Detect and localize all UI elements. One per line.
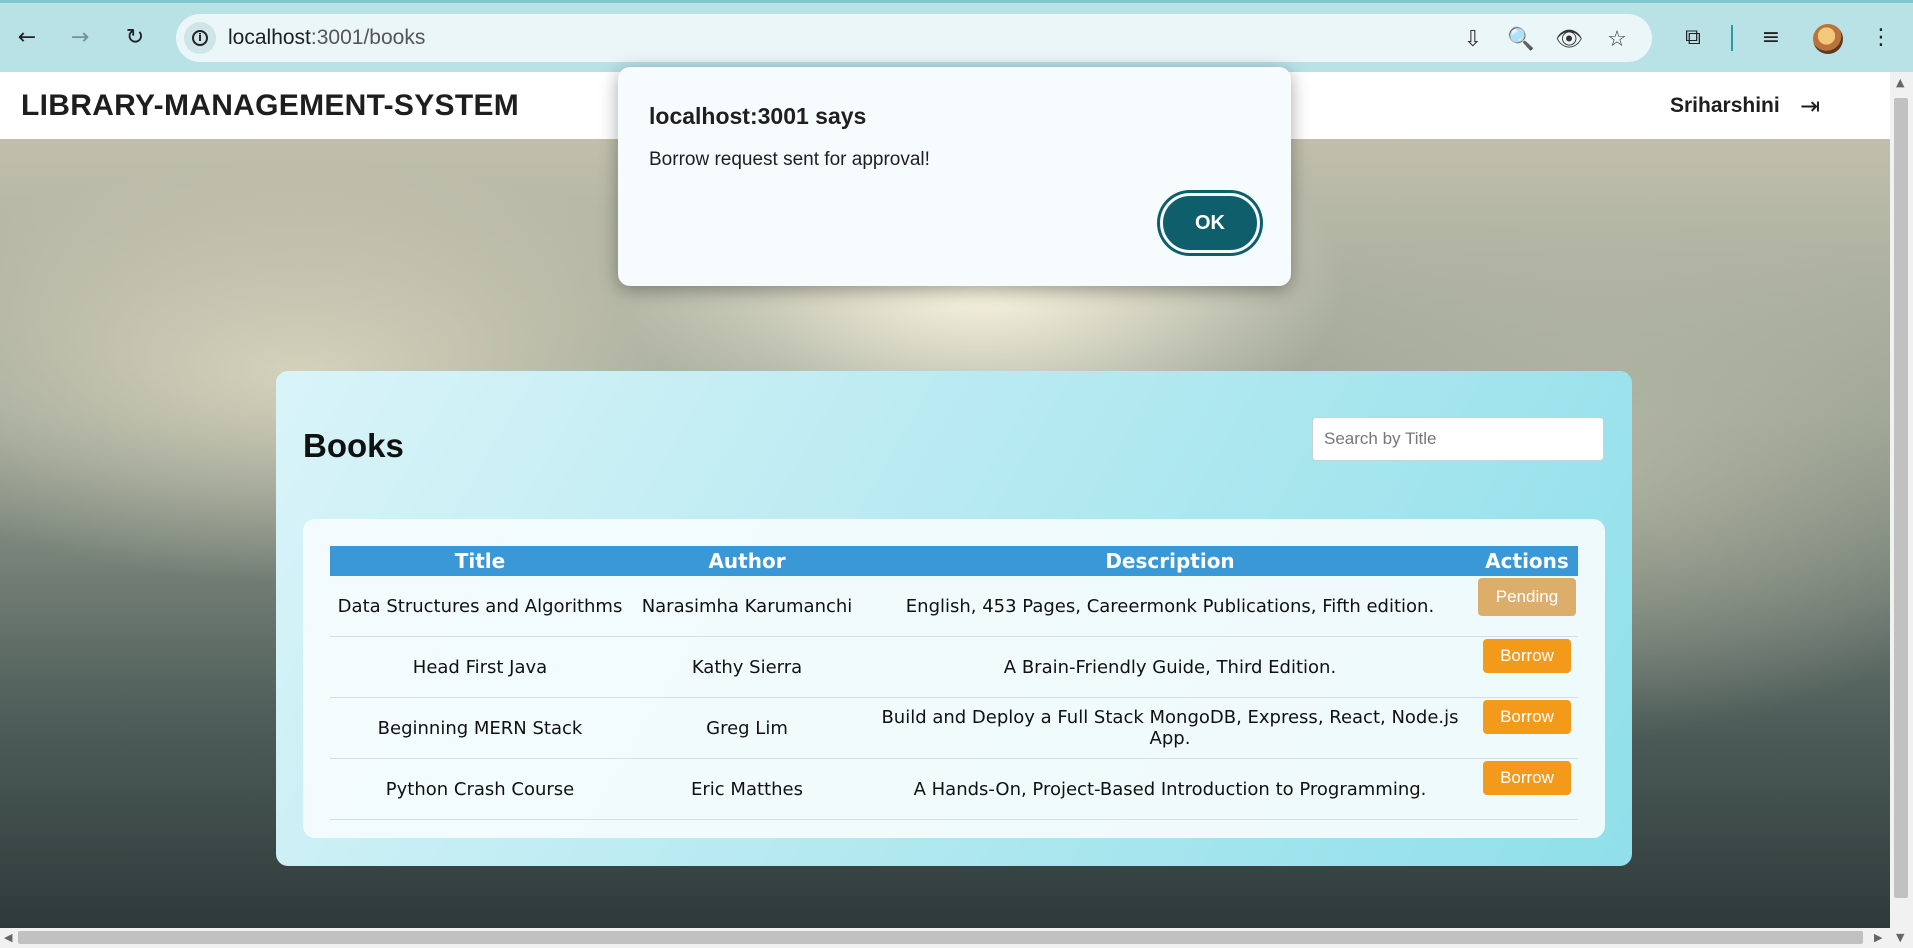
username-label: Sriharshini xyxy=(1670,94,1780,117)
borrow-button[interactable]: Borrow xyxy=(1483,700,1571,734)
book-author-cell: Narasimha Karumanchi xyxy=(630,576,864,637)
book-action-cell: Borrow xyxy=(1476,758,1578,820)
table-row: Beginning MERN Stack Greg Lim Build and … xyxy=(330,697,1578,759)
bookmark-star-icon[interactable]: ☆ xyxy=(1604,26,1630,52)
table-row: Python Crash Course Eric Matthes A Hands… xyxy=(330,758,1578,820)
pending-button[interactable]: Pending xyxy=(1478,578,1576,616)
logout-icon[interactable]: ⇥ xyxy=(1800,92,1820,120)
book-author-cell: Eric Matthes xyxy=(630,758,864,820)
url-path: :3001/books xyxy=(310,26,426,49)
install-app-icon[interactable]: ⇩ xyxy=(1460,26,1486,52)
column-header-description[interactable]: Description xyxy=(864,546,1476,576)
url-host: localhost xyxy=(228,26,311,49)
table-row: Head First Java Kathy Sierra A Brain-Fri… xyxy=(330,636,1578,698)
horizontal-scroll-thumb[interactable] xyxy=(18,931,1863,944)
column-header-author[interactable]: Author xyxy=(630,546,864,576)
book-title-cell: Beginning MERN Stack xyxy=(330,697,630,759)
borrow-button[interactable]: Borrow xyxy=(1483,639,1571,673)
forward-button[interactable]: → xyxy=(62,19,98,55)
forward-arrow-icon: → xyxy=(70,24,90,50)
vertical-scrollbar[interactable]: ▲ xyxy=(1890,72,1913,928)
search-input[interactable] xyxy=(1312,417,1604,461)
ok-button[interactable]: OK xyxy=(1160,193,1260,253)
url-text[interactable]: localhost:3001/books xyxy=(228,26,425,50)
book-title-cell: Python Crash Course xyxy=(330,758,630,820)
table-header-row: Title Author Description Actions xyxy=(330,546,1578,576)
scroll-left-arrow-icon[interactable]: ◀ xyxy=(4,931,12,944)
books-panel: Books Title Author Description Actions xyxy=(276,371,1632,866)
books-table-card: Title Author Description Actions Data St… xyxy=(303,519,1605,838)
book-action-cell: Borrow xyxy=(1476,697,1578,759)
book-author-cell: Greg Lim xyxy=(630,697,864,759)
media-control-icon[interactable]: ≡ xyxy=(1755,21,1787,53)
scroll-up-arrow-icon[interactable]: ▲ xyxy=(1896,76,1904,89)
book-description-cell: A Brain-Friendly Guide, Third Edition. xyxy=(864,636,1476,698)
borrow-button[interactable]: Borrow xyxy=(1483,761,1571,795)
book-description-cell: English, 453 Pages, Careermonk Publicati… xyxy=(864,576,1476,637)
book-title-cell: Head First Java xyxy=(330,636,630,698)
address-bar[interactable]: i localhost:3001/books ⇩ 🔍 👁 ☆ xyxy=(176,14,1652,62)
column-header-actions[interactable]: Actions xyxy=(1476,546,1578,576)
book-description-cell: A Hands-On, Project-Based Introduction t… xyxy=(864,758,1476,820)
site-info-icon[interactable]: i xyxy=(184,22,216,54)
extensions-icon[interactable]: ⧉ xyxy=(1677,21,1709,53)
back-arrow-icon: ← xyxy=(17,24,37,50)
reload-button[interactable]: ↻ xyxy=(117,19,153,55)
app-brand: LIBRARY-MANAGEMENT-SYSTEM xyxy=(21,89,520,122)
back-button[interactable]: ← xyxy=(9,19,45,55)
book-action-cell: Pending xyxy=(1476,576,1578,637)
table-row: Data Structures and Algorithms Narasimha… xyxy=(330,576,1578,637)
profile-avatar[interactable] xyxy=(1813,24,1843,54)
books-table: Title Author Description Actions Data St… xyxy=(330,546,1578,820)
browser-menu-icon[interactable]: ⋮ xyxy=(1865,21,1897,53)
dialog-message: Borrow request sent for approval! xyxy=(649,149,930,170)
eye-icon[interactable]: 👁 xyxy=(1555,26,1583,52)
toolbar-divider xyxy=(1731,25,1733,51)
dialog-title: localhost:3001 says xyxy=(649,103,867,129)
book-author-cell: Kathy Sierra xyxy=(630,636,864,698)
zoom-icon[interactable]: 🔍 xyxy=(1507,26,1534,52)
page-title: Books xyxy=(303,427,404,464)
scroll-down-arrow-icon[interactable]: ▼ xyxy=(1896,931,1904,944)
book-action-cell: Borrow xyxy=(1476,636,1578,698)
reload-icon: ↻ xyxy=(125,24,145,50)
vertical-scroll-thumb[interactable] xyxy=(1894,98,1908,898)
book-title-cell: Data Structures and Algorithms xyxy=(330,576,630,637)
alert-dialog: localhost:3001 says Borrow request sent … xyxy=(618,67,1291,286)
scroll-right-arrow-icon[interactable]: ▶ xyxy=(1874,931,1882,944)
column-header-title[interactable]: Title xyxy=(330,546,630,576)
horizontal-scrollbar[interactable]: ◀ ▶ ▼ xyxy=(0,928,1913,948)
browser-toolbar: ← → ↻ i localhost:3001/books ⇩ 🔍 👁 ☆ ⧉ ≡… xyxy=(0,0,1913,72)
book-description-cell: Build and Deploy a Full Stack MongoDB, E… xyxy=(864,697,1476,759)
